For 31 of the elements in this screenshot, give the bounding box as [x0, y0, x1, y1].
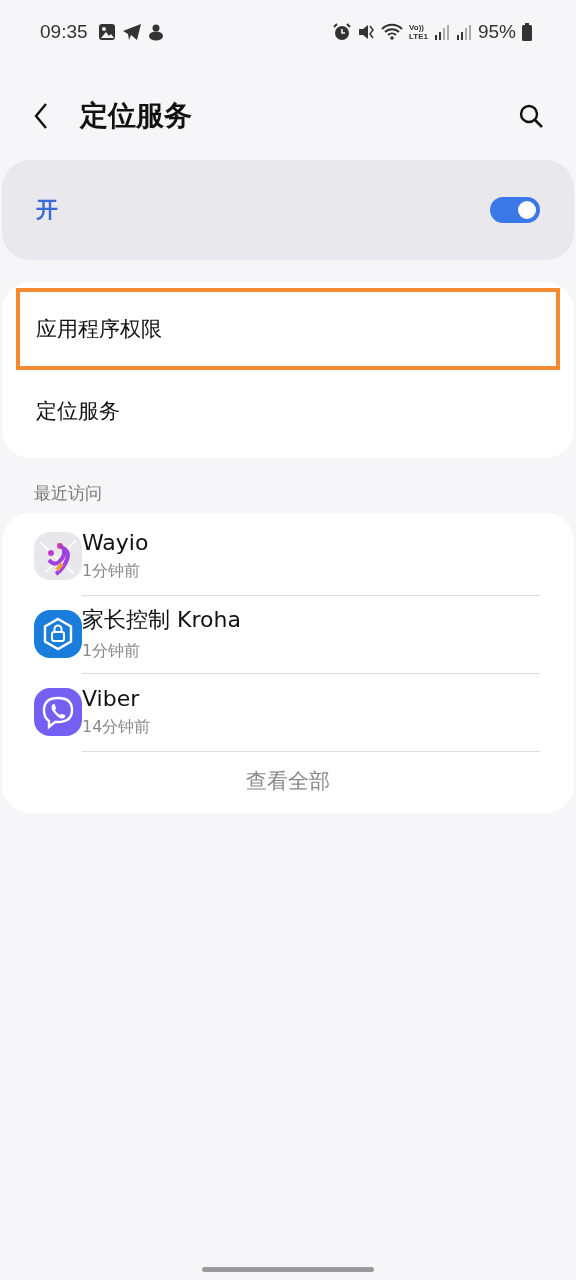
clock-time: 09:35	[40, 21, 88, 43]
battery-icon	[522, 23, 532, 41]
app-row[interactable]: Viber 14分钟前	[2, 673, 574, 751]
shield-lock-icon	[34, 610, 82, 658]
battery-percent: 95%	[477, 21, 516, 43]
page-title: 定位服务	[80, 98, 193, 134]
app-name: 家长控制 Kroha	[82, 606, 242, 634]
app-row[interactable]: Wayio 1分钟前	[2, 517, 574, 595]
wifi-icon	[381, 23, 403, 41]
access-time: 1分钟前	[82, 641, 142, 662]
app-row[interactable]: 家长控制 Kroha 1分钟前	[2, 595, 574, 673]
app-name: Wayio	[82, 529, 150, 555]
section-heading: 最近访问	[33, 482, 103, 505]
signal-icon	[455, 23, 472, 41]
menu-item[interactable]: 应用程序权限	[16, 288, 560, 370]
view-all-button[interactable]: 查看全部	[240, 761, 336, 801]
app-name: Viber	[82, 685, 141, 711]
network-label: LTE1	[409, 32, 428, 41]
signal-icon	[433, 23, 450, 41]
menu-item[interactable]: 定位服务	[16, 370, 560, 452]
master-switch-bar[interactable]: 开	[2, 160, 574, 260]
access-time: 1分钟前	[82, 560, 142, 582]
alarm-icon	[333, 23, 351, 41]
toggle-switch[interactable]	[490, 197, 540, 223]
people-app-icon	[34, 532, 82, 580]
phone-bubble-icon	[34, 688, 82, 736]
network-label: Vo))	[409, 23, 425, 32]
gallery-icon	[97, 23, 116, 41]
access-time: 14分钟前	[82, 716, 152, 738]
paper-plane-icon	[121, 23, 142, 41]
mute-icon	[357, 23, 375, 41]
